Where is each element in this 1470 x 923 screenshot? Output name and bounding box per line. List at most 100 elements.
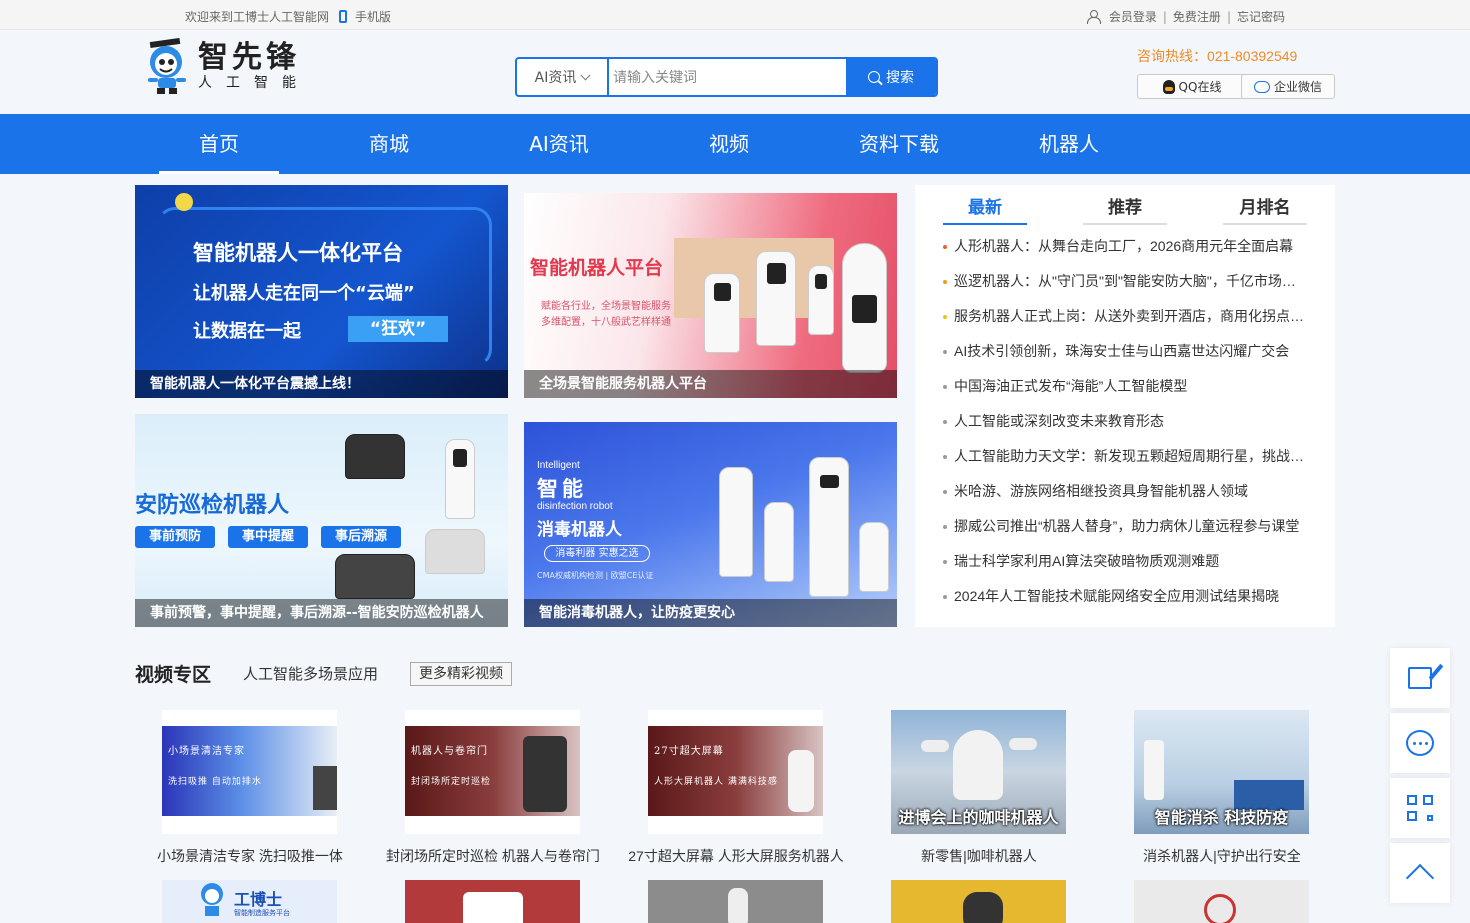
mobile-version-link[interactable]: 手机版 [355, 8, 391, 25]
back-to-top-button[interactable] [1390, 843, 1450, 903]
thumbnail-text: 机器人与卷帘门 [411, 746, 488, 757]
thumbnail-text: 洗扫吸推 自动加排水 [168, 777, 262, 787]
banner-title: 智能 [537, 476, 587, 501]
hotline-text: 咨询热线：021-80392549 [1137, 48, 1298, 64]
member-login-link[interactable]: 会员登录 [1109, 8, 1157, 25]
nav-downloads[interactable]: 资料下载 [839, 114, 959, 174]
qr-code-button[interactable] [1390, 778, 1450, 838]
register-link[interactable]: 免费注册 [1173, 8, 1221, 25]
banner-en-text: Intelligent [537, 460, 580, 471]
news-item[interactable]: 中国海油正式发布“海能”人工智能模型 [943, 375, 1308, 410]
banner-en-text: disinfection robot [537, 501, 613, 512]
search-icon [868, 71, 880, 83]
forgot-password-link[interactable]: 忘记密码 [1237, 8, 1285, 25]
banner-caption: 事前预警，事中提醒，事后溯源--智能安防巡检机器人 [135, 599, 508, 627]
banner-pill: 事前预防 [135, 526, 215, 548]
video-card[interactable]: 工博士 智能制造服务平台 [162, 880, 337, 923]
qq-online-label: QQ在线 [1178, 80, 1222, 94]
banner-caption: 全场景智能服务机器人平台 [524, 370, 897, 398]
thumbnail-text: 封闭场所定时巡检 [411, 777, 492, 787]
thumbnail-overlay-text: 智能消杀 科技防疫 [1154, 808, 1289, 827]
video-caption: 封闭场所定时巡检 机器人与卷帘门 [386, 848, 600, 864]
banner-caption: 智能消毒机器人，让防疫更安心 [524, 599, 897, 627]
banner-pill: 消毒利器 实惠之选 [544, 545, 650, 562]
tab-monthly-ranking[interactable]: 月排名 [1223, 193, 1307, 225]
banner-disinfection-robots[interactable]: Intelligent 智能 disinfection robot 消毒机器人 … [524, 422, 897, 627]
news-item[interactable]: 服务机器人正式上岗：从送外卖到开酒店，商用化拐点已至 [943, 305, 1308, 340]
banner-title: 安防巡检机器人 [135, 492, 290, 518]
humanoid-robot-image [842, 243, 887, 373]
banner-pill: 事中提醒 [228, 526, 308, 548]
mascot-logo-icon [201, 883, 223, 916]
chat-button[interactable] [1390, 713, 1450, 773]
robot-image [704, 273, 740, 353]
wechat-work-button[interactable]: 企业微信 [1241, 74, 1335, 99]
news-item[interactable]: 巡逻机器人：从"守门员"到"智能安防大脑"，千亿市场正在爆发 [943, 270, 1308, 305]
video-card[interactable] [405, 880, 580, 923]
search-input[interactable] [609, 59, 846, 95]
nav-ai-news[interactable]: AI资讯 [499, 114, 619, 174]
chevron-up-icon [1405, 863, 1435, 893]
video-caption: 小场景清洁专家 洗扫吸推一体 [157, 848, 343, 864]
video-thumbnail: 27寸超大屏幕 人形大屏机器人 满满科技感 [648, 710, 823, 834]
news-item[interactable]: 米哈游、游族网络相继投资具身智能机器人领域 [943, 480, 1308, 515]
banner-security-robots[interactable]: 安防巡检机器人 事前预防 事中提醒 事后溯源 事前预警，事中提醒，事后溯源--智… [135, 414, 508, 627]
qq-icon [1162, 79, 1175, 94]
thumbnail-text: 27寸超大屏幕 [654, 746, 724, 757]
search-button[interactable]: 搜索 [846, 59, 936, 95]
nav-home[interactable]: 首页 [159, 114, 279, 174]
wechat-work-label: 企业微信 [1273, 80, 1322, 94]
video-card[interactable]: 进博会上的咖啡机器人 新零售|咖啡机器人 [891, 710, 1066, 866]
video-caption: 新零售|咖啡机器人 [921, 848, 1037, 864]
logo-title: 智先锋 [198, 40, 300, 75]
mobile-phone-icon [339, 10, 348, 23]
video-card[interactable]: 27寸超大屏幕 人形大屏机器人 满满科技感 27寸超大屏幕 人形大屏服务机器人 [628, 710, 844, 866]
thumbnail-logo-subtext: 智能制造服务平台 [234, 909, 290, 917]
video-card[interactable]: 智能消杀 科技防疫 消杀机器人|守护出行安全 [1134, 710, 1309, 866]
nav-mall[interactable]: 商城 [329, 114, 449, 174]
video-thumbnail: 机器人与卷帘门 封闭场所定时巡检 [405, 710, 580, 834]
news-item[interactable]: 人工智能或深刻改变未来教育形态 [943, 410, 1308, 445]
moon-decoration [175, 193, 193, 211]
thumbnail-overlay-text: 进博会上的咖啡机器人 [898, 808, 1059, 827]
news-item[interactable]: 人形机器人：从舞台走向工厂，2026商用元年全面启幕 [943, 235, 1308, 270]
banner-subtitle: 消毒机器人 [537, 520, 622, 540]
banner-line: 让数据在一起 [193, 321, 301, 342]
video-card[interactable] [1134, 880, 1309, 923]
welcome-text: 欢迎来到工博士人工智能网 [185, 10, 330, 24]
video-card[interactable] [891, 880, 1066, 923]
video-card[interactable] [648, 880, 823, 923]
nav-video[interactable]: 视频 [669, 114, 789, 174]
banner-line: 让机器人走在同一个“云端” [193, 283, 415, 304]
tab-recommended[interactable]: 推荐 [1083, 193, 1167, 225]
video-thumbnail: 智能消杀 科技防疫 [1134, 710, 1309, 834]
robot-image [808, 265, 834, 335]
site-logo[interactable]: 智先锋 人工智能 [142, 38, 310, 96]
banner-robot-platform[interactable]: 智能机器人一体化平台 让机器人走在同一个“云端” 让数据在一起 “狂欢” 智能机… [135, 185, 508, 398]
robot-image [756, 251, 796, 346]
robot-image [445, 439, 475, 519]
nav-robots[interactable]: 机器人 [1009, 114, 1129, 174]
news-item[interactable]: AI技术引领创新，珠海安士佳与山西嘉世达闪耀广交会 [943, 340, 1308, 375]
video-card[interactable]: 小场景清洁专家 洗扫吸推 自动加排水 小场景清洁专家 洗扫吸推一体 [157, 710, 343, 866]
separator: | [1162, 9, 1167, 24]
banner-service-robots[interactable]: 智能机器人平台 赋能各行业，全场景智能服务 多维配置，十八般武艺样样通 全场景智… [524, 193, 897, 398]
more-videos-button[interactable]: 更多精彩视频 [410, 661, 513, 686]
video-card[interactable]: 机器人与卷帘门 封闭场所定时巡检 封闭场所定时巡检 机器人与卷帘门 [386, 710, 600, 866]
banner-pill: 事后溯源 [321, 526, 401, 548]
news-list: 人形机器人：从舞台走向工厂，2026商用元年全面启幕 巡逻机器人：从"守门员"到… [943, 235, 1308, 620]
search-category-select[interactable]: AI资讯 [517, 59, 609, 95]
top-bar: 欢迎来到工博士人工智能网 手机版 会员登录 | 免费注册 | 忘记密码 [0, 0, 1470, 30]
robot-image [764, 502, 794, 582]
news-item[interactable]: 挪威公司推出“机器人替身”，助力病休儿童远程参与课堂 [943, 515, 1308, 550]
topbar-left: 欢迎来到工博士人工智能网 手机版 [185, 8, 391, 25]
tab-latest[interactable]: 最新 [943, 193, 1027, 225]
separator: | [1226, 9, 1231, 24]
qq-online-button[interactable]: QQ在线 [1137, 74, 1247, 99]
news-item[interactable]: 2024年人工智能技术赋能网络安全应用测试结果揭晓 [943, 585, 1308, 620]
news-item[interactable]: 瑞士科学家利用AI算法突破暗物质观测难题 [943, 550, 1308, 585]
robot-image [859, 522, 889, 592]
news-item[interactable]: 人工智能助力天文学：新发现五颗超短周期行星，挑战现有理论 [943, 445, 1308, 480]
feedback-button[interactable] [1390, 648, 1450, 708]
search-category-label: AI资讯 [534, 70, 577, 86]
